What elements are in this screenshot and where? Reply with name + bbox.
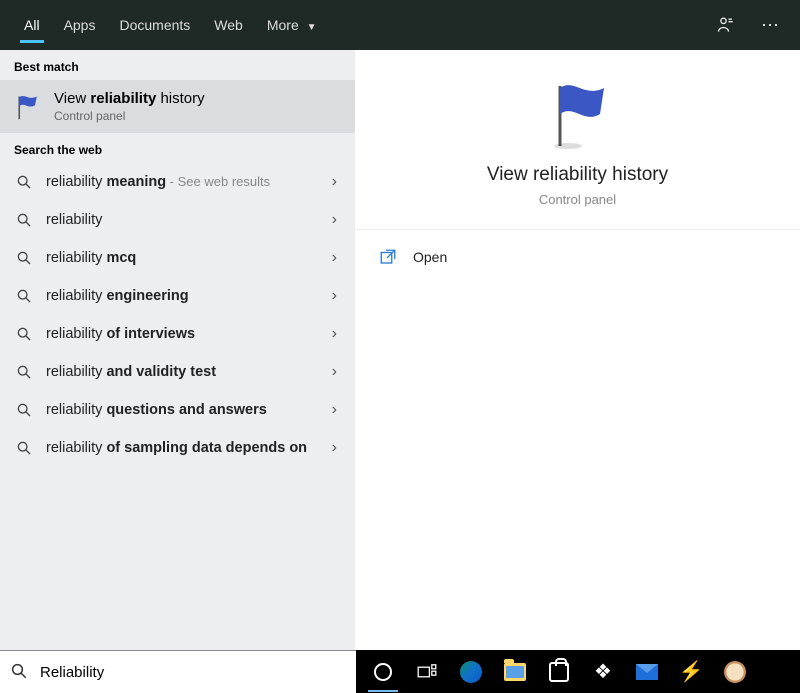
feedback-icon[interactable] (716, 15, 752, 35)
cortana-icon (374, 663, 392, 681)
dropbox-icon: ❖ (594, 659, 612, 684)
tab-more[interactable]: More ▼ (255, 3, 329, 47)
best-match-title-suffix: history (156, 90, 204, 107)
web-result-text: reliability (46, 212, 328, 228)
best-match-result[interactable]: View reliability history Control panel (0, 80, 355, 133)
mail-icon (636, 664, 658, 680)
web-result-text: reliability mcq (46, 250, 328, 266)
web-result-text: reliability engineering (46, 288, 328, 304)
search-results-window: All Apps Documents Web More ▼ ⋯ Best mat… (0, 0, 800, 693)
search-icon (14, 286, 34, 306)
paint-icon (724, 661, 746, 683)
best-match-subtitle: Control panel (54, 109, 205, 123)
chevron-right-icon: › (328, 325, 341, 343)
web-result[interactable]: reliability meaning - See web results › (0, 163, 355, 201)
search-filter-tabs: All Apps Documents Web More ▼ ⋯ (0, 0, 800, 50)
chevron-right-icon: › (328, 363, 341, 381)
search-icon (14, 248, 34, 268)
web-result-text: reliability of sampling data depends on (46, 439, 328, 458)
taskview-icon (417, 664, 437, 680)
taskbar-explorer-button[interactable] (494, 650, 536, 693)
web-result[interactable]: reliability and validity test › (0, 353, 355, 391)
more-options-icon[interactable]: ⋯ (752, 15, 788, 36)
chevron-right-icon: › (328, 439, 341, 457)
taskbar-cortana-button[interactable] (362, 650, 404, 693)
search-icon (14, 210, 34, 230)
flag-icon (538, 80, 618, 150)
search-icon (14, 438, 34, 458)
taskbar-app-button[interactable]: ⚡ (670, 650, 712, 693)
preview-header: View reliability history Control panel (355, 50, 800, 230)
best-match-text: View reliability history Control panel (54, 90, 205, 123)
web-results-list: reliability meaning - See web results › … (0, 163, 355, 650)
best-match-title-prefix: View (54, 90, 90, 107)
store-icon (549, 662, 569, 682)
web-results-header: Search the web (0, 133, 355, 163)
search-icon (14, 400, 34, 420)
web-result-text: reliability meaning - See web results (46, 174, 328, 190)
web-result[interactable]: reliability › (0, 201, 355, 239)
tab-all[interactable]: All (12, 3, 52, 47)
preview-subtitle: Control panel (365, 192, 790, 207)
chevron-right-icon: › (328, 249, 341, 267)
web-result[interactable]: reliability mcq › (0, 239, 355, 277)
preview-pane: View reliability history Control panel O… (355, 50, 800, 650)
web-result-text: reliability of interviews (46, 326, 328, 342)
results-list: Best match View reliability history Cont… (0, 50, 355, 650)
bolt-icon: ⚡ (679, 659, 704, 684)
chevron-right-icon: › (328, 401, 341, 419)
preview-title: View reliability history (365, 164, 790, 186)
web-result[interactable]: reliability of interviews › (0, 315, 355, 353)
tab-web[interactable]: Web (202, 3, 255, 47)
best-match-title: View reliability history (54, 90, 205, 107)
web-result[interactable]: reliability questions and answers › (0, 391, 355, 429)
search-icon (14, 324, 34, 344)
flag-icon (14, 93, 42, 121)
tab-apps[interactable]: Apps (52, 3, 108, 47)
tab-more-label: More (267, 17, 299, 33)
tab-documents[interactable]: Documents (107, 3, 202, 47)
taskbar-paint-button[interactable] (714, 650, 756, 693)
search-icon (14, 172, 34, 192)
search-icon (14, 362, 34, 382)
taskbar: ❖ ⚡ (356, 650, 800, 693)
folder-icon (504, 663, 526, 681)
web-result-text: reliability and validity test (46, 364, 328, 380)
taskbar-mail-button[interactable] (626, 650, 668, 693)
taskbar-taskview-button[interactable] (406, 650, 448, 693)
best-match-title-bold: reliability (90, 90, 156, 107)
main-area: Best match View reliability history Cont… (0, 50, 800, 650)
taskbar-store-button[interactable] (538, 650, 580, 693)
web-result[interactable]: reliability engineering › (0, 277, 355, 315)
chevron-right-icon: › (328, 211, 341, 229)
open-label: Open (413, 249, 447, 265)
open-icon (379, 248, 397, 266)
search-input[interactable] (40, 664, 346, 681)
bottom-bar: ❖ ⚡ (0, 650, 800, 693)
web-result[interactable]: reliability of sampling data depends on … (0, 429, 355, 467)
taskbar-edge-button[interactable] (450, 650, 492, 693)
taskbar-dropbox-button[interactable]: ❖ (582, 650, 624, 693)
open-action[interactable]: Open (355, 230, 800, 284)
chevron-right-icon: › (328, 173, 341, 191)
edge-icon (460, 661, 482, 683)
best-match-header: Best match (0, 50, 355, 80)
search-icon (10, 662, 30, 682)
chevron-down-icon: ▼ (307, 22, 317, 33)
chevron-right-icon: › (328, 287, 341, 305)
web-result-text: reliability questions and answers (46, 402, 328, 418)
search-box[interactable] (0, 650, 356, 693)
